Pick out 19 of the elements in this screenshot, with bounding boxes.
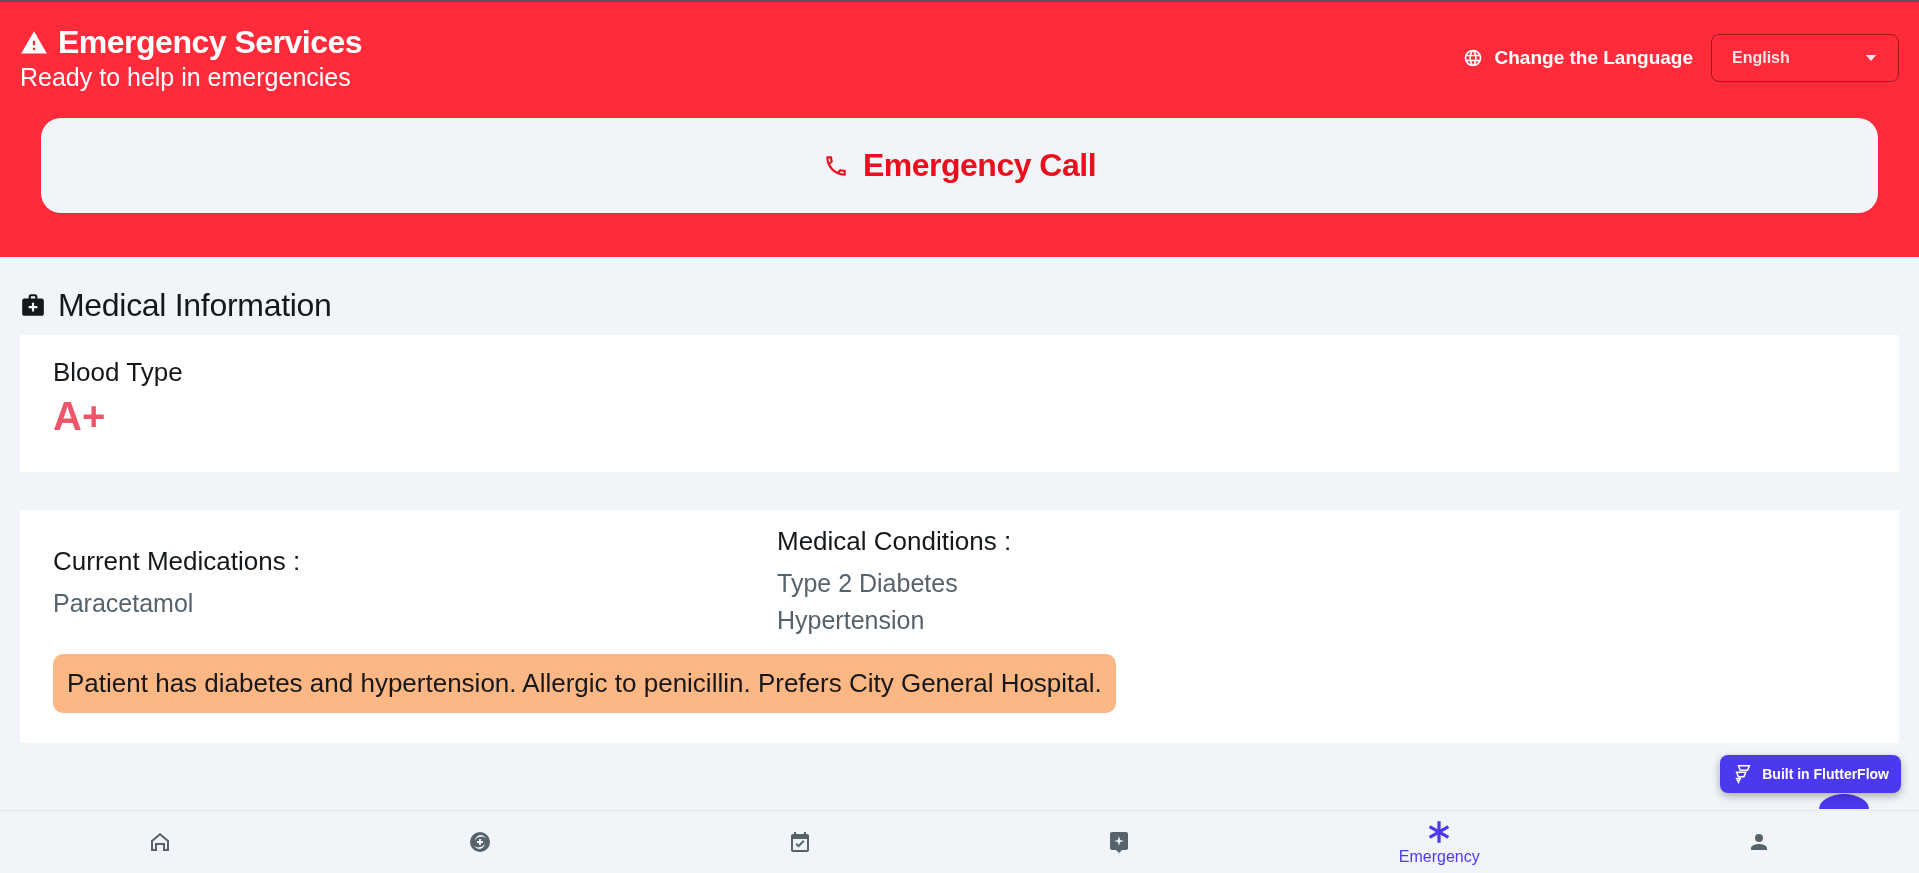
medication-item: Paracetamol [53,588,195,619]
patient-note: Patient has diabetes and hypertension. Allergic to penicillin. Prefers City General Hospital. [53,654,1116,713]
condition-item: Hypertension [777,605,926,636]
blood-type-value: A+ [53,394,107,439]
language-label: Change the Language [1494,47,1693,69]
condition-item: Type 2 Diabetes [777,568,959,599]
medical-swirl-icon [467,830,492,854]
flutterflow-badge[interactable]: Built in FlutterFlow [1720,755,1901,793]
section-title: Medical Information [58,286,332,324]
nav-tab[interactable]: Emergency [1398,811,1480,873]
medications-label: Current Medications : [53,546,302,577]
conditions-label: Medical Conditions : [777,526,1013,557]
app-subtitle: Ready to help in emergencies [20,63,352,92]
app-title: Emergency Services [58,24,363,61]
globe-icon [1462,48,1483,68]
emergency-call-button[interactable]: Emergency Call [41,118,1878,213]
floating-action-button[interactable] [1819,794,1869,809]
blood-type-label: Blood Type [53,357,184,388]
medical-kit-icon [20,292,46,318]
